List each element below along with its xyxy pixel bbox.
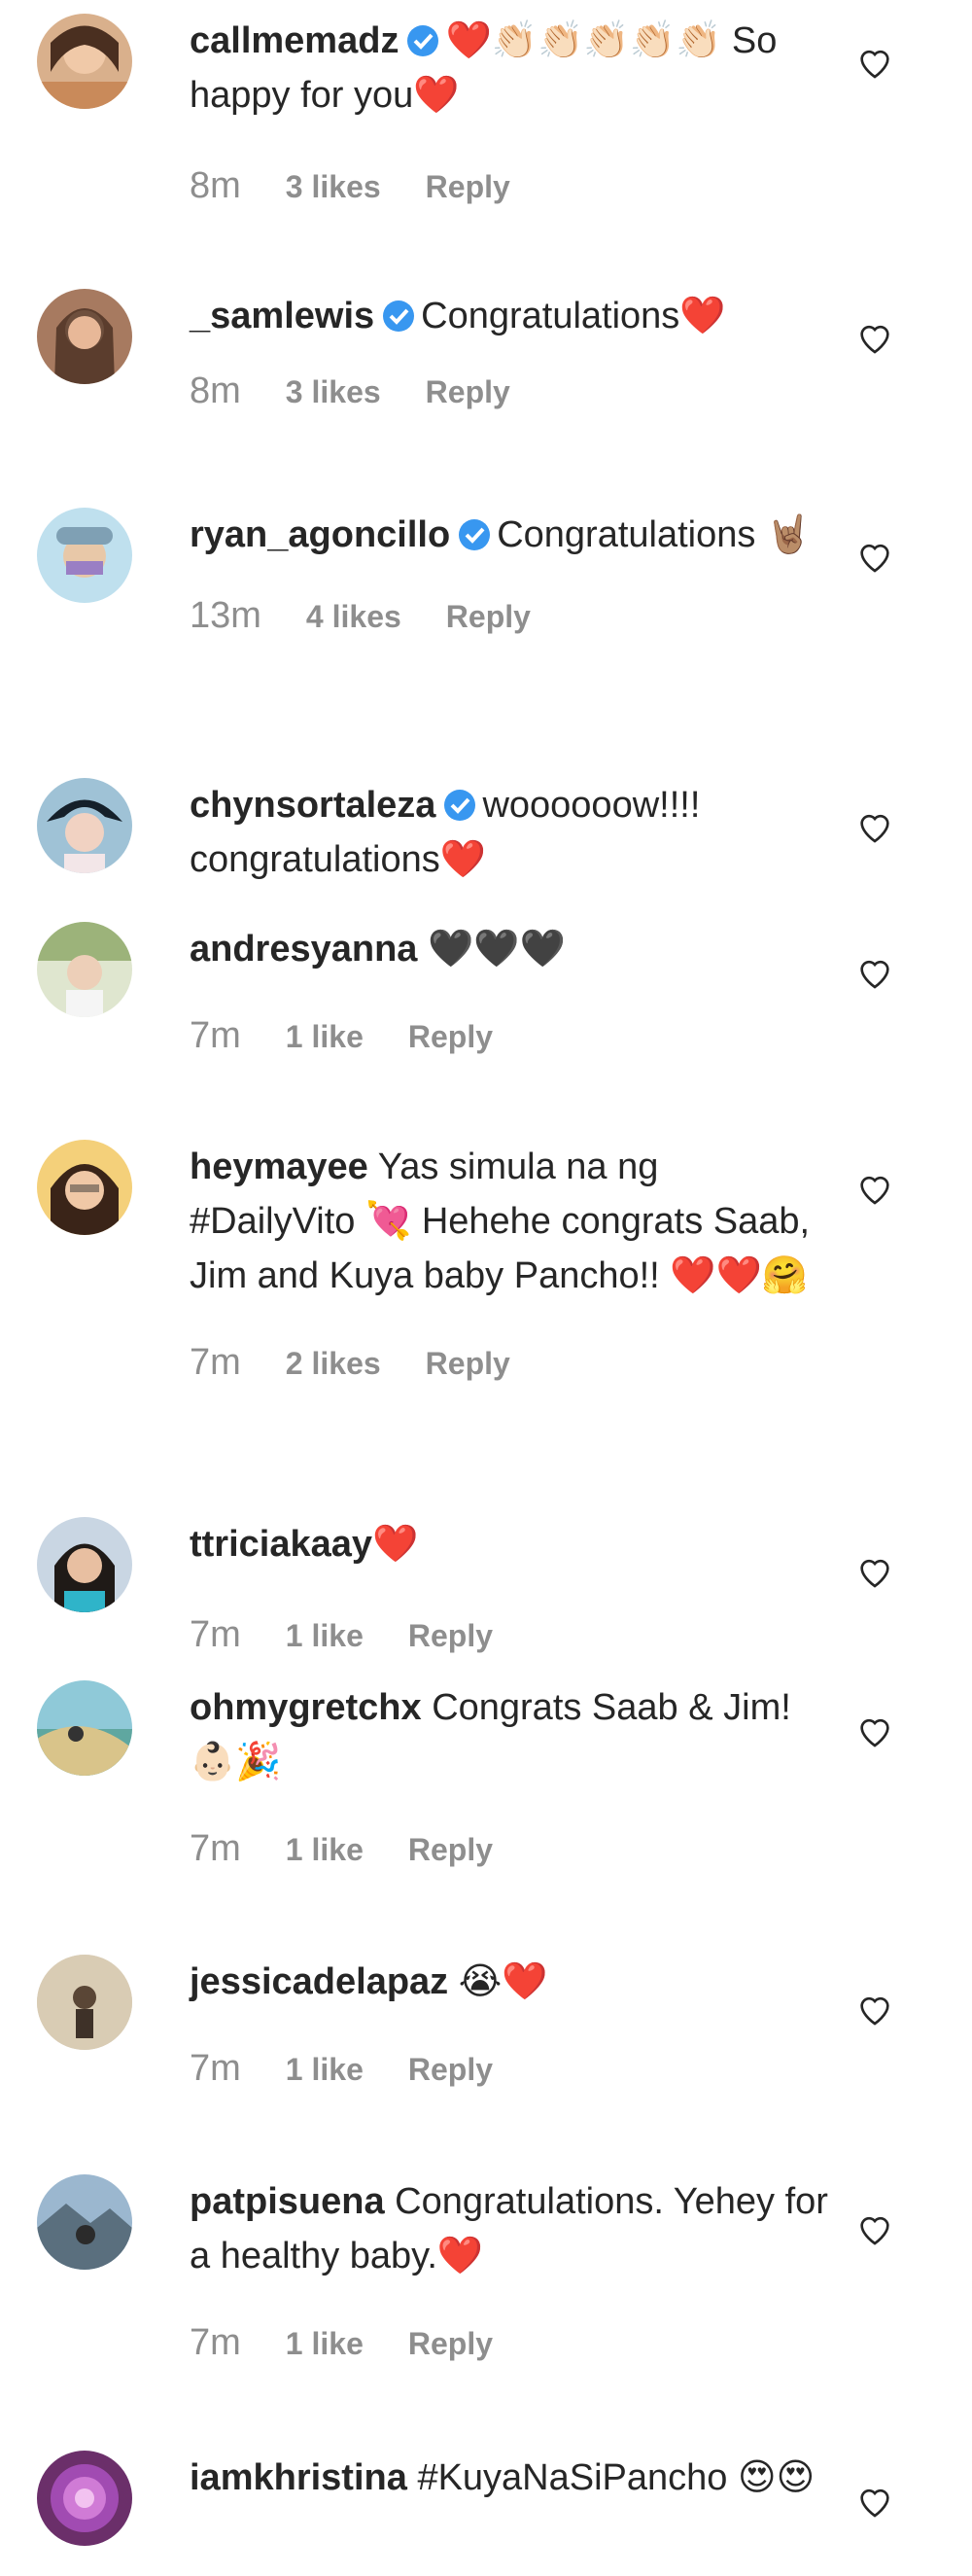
reply-button[interactable]: Reply: [426, 169, 510, 205]
comment-username[interactable]: heymayee: [190, 1147, 368, 1187]
comment-time: 13m: [190, 595, 261, 636]
comment-likes[interactable]: 1 like: [286, 1019, 364, 1055]
verified-badge-icon: [406, 18, 439, 56]
comment-username[interactable]: patpisuena: [190, 2181, 385, 2222]
heart-outline-icon[interactable]: [855, 1990, 894, 2029]
avatar[interactable]: [37, 2174, 132, 2270]
comment-time: 8m: [190, 165, 241, 206]
avatar[interactable]: [37, 922, 132, 1017]
comment-text: Congratulations 🤘🏽: [497, 514, 813, 555]
verified-badge-icon: [458, 512, 491, 550]
comment-time: 7m: [190, 1015, 241, 1056]
comment-likes[interactable]: 2 likes: [286, 1346, 381, 1382]
heart-outline-icon[interactable]: [855, 1552, 894, 1591]
comment-username[interactable]: andresyanna: [190, 929, 417, 970]
heart-outline-icon[interactable]: [855, 537, 894, 576]
heart-outline-icon[interactable]: [855, 43, 894, 82]
reply-button[interactable]: Reply: [408, 1618, 493, 1654]
avatar[interactable]: [37, 508, 132, 603]
avatar[interactable]: [37, 14, 132, 109]
heart-outline-icon[interactable]: [855, 2209, 894, 2248]
comment-username[interactable]: callmemadz: [190, 20, 399, 61]
heart-outline-icon[interactable]: [855, 2482, 894, 2521]
reply-button[interactable]: Reply: [426, 1346, 510, 1382]
comment-username[interactable]: iamkhristina: [190, 2457, 407, 2498]
heart-outline-icon[interactable]: [855, 1169, 894, 1208]
comment-time: 7m: [190, 1828, 241, 1869]
comment-time: 7m: [190, 1342, 241, 1383]
reply-button[interactable]: Reply: [408, 2326, 493, 2362]
heart-outline-icon[interactable]: [855, 807, 894, 846]
reply-button[interactable]: Reply: [408, 1832, 493, 1868]
avatar[interactable]: [37, 289, 132, 384]
comment-username[interactable]: chynsortaleza: [190, 785, 435, 826]
comment-time: 8m: [190, 371, 241, 411]
comment-username[interactable]: ttriciakaay: [190, 1524, 372, 1565]
verified-badge-icon: [382, 294, 415, 332]
comment-time: 7m: [190, 2048, 241, 2089]
comment-time: 7m: [190, 1614, 241, 1655]
comment-username[interactable]: ohmygretchx: [190, 1687, 422, 1728]
comment-text: ❤️: [372, 1524, 419, 1565]
comment-likes[interactable]: 3 likes: [286, 169, 381, 205]
avatar[interactable]: [37, 1680, 132, 1776]
comment-likes[interactable]: 1 like: [286, 1832, 364, 1868]
comment-text: 😭❤️: [458, 1961, 548, 2002]
comment-username[interactable]: jessicadelapaz: [190, 1961, 448, 2002]
comment-likes[interactable]: 1 like: [286, 2326, 364, 2362]
reply-button[interactable]: Reply: [426, 374, 510, 410]
reply-button[interactable]: Reply: [408, 1019, 493, 1055]
reply-button[interactable]: Reply: [408, 2052, 493, 2088]
comment-username[interactable]: _samlewis: [190, 296, 374, 336]
avatar[interactable]: [37, 2451, 132, 2546]
avatar[interactable]: [37, 778, 132, 873]
comments-list: callmemadz ❤️👏🏻👏🏻👏🏻👏🏻👏🏻 So happy for you❤…: [0, 0, 972, 2576]
avatar[interactable]: [37, 1140, 132, 1235]
comment-time: 7m: [190, 2322, 241, 2363]
heart-outline-icon[interactable]: [855, 953, 894, 992]
comment-text: #KuyaNaSiPancho 😍😍: [417, 2457, 816, 2498]
avatar[interactable]: [37, 1517, 132, 1612]
avatar[interactable]: [37, 1955, 132, 2050]
heart-outline-icon[interactable]: [855, 318, 894, 357]
comment-likes[interactable]: 1 like: [286, 1618, 364, 1654]
comment-text: Congratulations❤️: [421, 296, 726, 336]
heart-outline-icon[interactable]: [855, 1711, 894, 1750]
verified-badge-icon: [443, 783, 476, 821]
comment-likes[interactable]: 1 like: [286, 2052, 364, 2088]
comment-text: 🖤🖤🖤: [428, 929, 566, 970]
reply-button[interactable]: Reply: [446, 599, 531, 635]
comment-likes[interactable]: 4 likes: [306, 599, 401, 635]
comment-username[interactable]: ryan_agoncillo: [190, 514, 450, 555]
comment-likes[interactable]: 3 likes: [286, 374, 381, 410]
